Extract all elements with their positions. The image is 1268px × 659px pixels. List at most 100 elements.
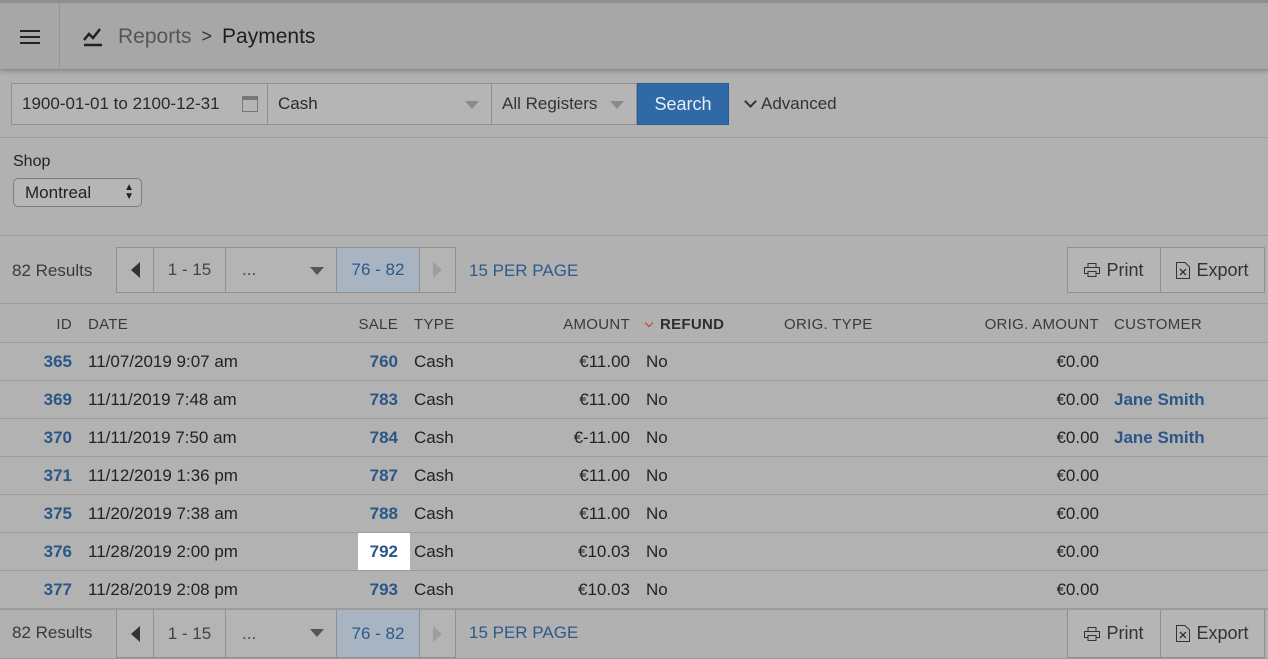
cell-customer[interactable]: Jane Smith bbox=[1114, 390, 1205, 410]
cell-amount: €10.03 bbox=[578, 542, 630, 561]
cell-customer[interactable]: Jane Smith bbox=[1114, 428, 1205, 448]
cell-date: 11/28/2019 2:08 pm bbox=[88, 580, 238, 599]
cell-date: 11/12/2019 1:36 pm bbox=[88, 466, 238, 485]
current-page-button[interactable]: 76 - 82 bbox=[336, 247, 420, 293]
print-label: Print bbox=[1106, 259, 1144, 280]
export-button[interactable]: Export bbox=[1160, 610, 1265, 658]
sort-desc-icon bbox=[644, 318, 654, 328]
page-select-dropdown[interactable]: ... bbox=[225, 610, 337, 658]
cell-orig-amount: €0.00 bbox=[1056, 466, 1099, 485]
col-type[interactable]: TYPE bbox=[414, 316, 454, 333]
search-button[interactable]: Search bbox=[637, 83, 729, 125]
cell-refund: No bbox=[646, 580, 668, 599]
arrow-right-icon bbox=[433, 625, 442, 642]
next-page-button[interactable] bbox=[419, 610, 456, 658]
date-range-input[interactable]: 1900-01-01 to 2100-12-31 bbox=[11, 83, 268, 125]
cell-sale[interactable]: 783 bbox=[370, 390, 398, 410]
cell-amount: €11.00 bbox=[579, 466, 630, 485]
table-row: 365 11/07/2019 9:07 am 760 Cash €11.00 No €0.0… bbox=[0, 343, 1268, 381]
print-label: Print bbox=[1106, 623, 1144, 643]
cell-sale[interactable]: 784 bbox=[370, 428, 398, 448]
cell-orig-amount: €0.00 bbox=[1056, 428, 1099, 447]
current-page-button[interactable]: 76 - 82 bbox=[336, 610, 420, 658]
pagination-bottom: 82 Results 1 - 15 ... 76 - 82 15 PER PAG… bbox=[0, 609, 1268, 659]
cell-type: Cash bbox=[414, 580, 454, 599]
payment-type-select[interactable]: Cash bbox=[267, 83, 492, 125]
table-row: 371 11/12/2019 1:36 pm 787 Cash €11.00 No €0.0… bbox=[0, 457, 1268, 495]
export-label: Export bbox=[1196, 259, 1249, 280]
col-id[interactable]: ID bbox=[56, 316, 72, 333]
arrow-left-icon bbox=[130, 625, 140, 642]
select-updown-icon: ▲ ▼ bbox=[124, 182, 134, 202]
cell-amount: €-11.00 bbox=[573, 428, 630, 447]
col-refund[interactable]: REFUND bbox=[644, 316, 724, 333]
export-label: Export bbox=[1196, 623, 1249, 643]
page-1-button[interactable]: 1 - 15 bbox=[153, 610, 226, 658]
cell-refund: No bbox=[646, 504, 668, 523]
col-date[interactable]: DATE bbox=[88, 316, 128, 333]
page-select-dropdown[interactable]: ... bbox=[225, 247, 337, 293]
cell-amount: €11.00 bbox=[579, 504, 630, 523]
cell-sale[interactable]: 793 bbox=[370, 580, 398, 600]
cell-type: Cash bbox=[414, 428, 454, 447]
col-customer[interactable]: CUSTOMER bbox=[1114, 316, 1202, 333]
cell-date: 11/20/2019 7:38 am bbox=[88, 504, 238, 523]
printer-icon bbox=[1084, 626, 1101, 641]
cell-id[interactable]: 375 bbox=[44, 504, 72, 524]
export-button[interactable]: Export bbox=[1160, 247, 1265, 293]
print-button[interactable]: Print bbox=[1067, 610, 1161, 658]
col-orig-amount[interactable]: ORIG. AMOUNT bbox=[985, 316, 1099, 333]
cell-type: Cash bbox=[414, 542, 454, 561]
page-ellipsis: ... bbox=[242, 260, 257, 279]
page-1-button[interactable]: 1 - 15 bbox=[153, 247, 226, 293]
cell-refund: No bbox=[646, 542, 668, 561]
cell-orig-amount: €0.00 bbox=[1056, 542, 1099, 561]
excel-file-icon bbox=[1176, 261, 1191, 279]
arrow-right-icon bbox=[433, 262, 442, 278]
per-page-link[interactable]: 15 PER PAGE bbox=[469, 623, 578, 643]
cell-id[interactable]: 370 bbox=[44, 428, 72, 448]
cell-id[interactable]: 365 bbox=[44, 352, 72, 372]
col-sale[interactable]: SALE bbox=[358, 316, 398, 333]
table-header: ID DATE SALE TYPE AMOUNT REFUND ORIG. TY… bbox=[0, 304, 1268, 343]
cell-sale[interactable]: 787 bbox=[370, 466, 398, 486]
cell-id[interactable]: 376 bbox=[44, 542, 72, 562]
cell-sale[interactable]: 792 bbox=[357, 533, 410, 570]
calendar-icon bbox=[242, 96, 258, 112]
breadcrumb-reports[interactable]: Reports bbox=[118, 25, 192, 49]
cell-amount: €10.03 bbox=[578, 580, 630, 599]
cell-date: 11/11/2019 7:50 am bbox=[88, 428, 237, 447]
date-range-value: 1900-01-01 to 2100-12-31 bbox=[22, 94, 220, 113]
cell-sale[interactable]: 760 bbox=[370, 352, 398, 372]
cell-id[interactable]: 369 bbox=[44, 390, 72, 410]
print-button[interactable]: Print bbox=[1067, 247, 1161, 293]
cell-refund: No bbox=[646, 390, 668, 409]
cell-type: Cash bbox=[414, 390, 454, 409]
cell-refund: No bbox=[646, 352, 668, 371]
previous-page-button[interactable] bbox=[116, 247, 154, 293]
next-page-button[interactable] bbox=[419, 247, 456, 293]
col-amount[interactable]: AMOUNT bbox=[563, 316, 630, 333]
cell-orig-amount: €0.00 bbox=[1056, 352, 1099, 371]
cell-date: 11/28/2019 2:00 pm bbox=[88, 542, 238, 561]
cell-id[interactable]: 371 bbox=[44, 466, 72, 486]
page-title: Payments bbox=[222, 24, 316, 48]
shop-select[interactable]: Montreal ▲ ▼ bbox=[13, 178, 142, 207]
menu-button[interactable] bbox=[0, 3, 60, 70]
cell-amount: €11.00 bbox=[579, 390, 630, 409]
hamburger-icon bbox=[19, 29, 40, 44]
cell-id[interactable]: 377 bbox=[44, 580, 72, 600]
register-select[interactable]: All Registers bbox=[491, 83, 637, 125]
advanced-toggle[interactable]: Advanced bbox=[744, 83, 837, 125]
dropdown-arrow-icon bbox=[610, 101, 624, 109]
cell-type: Cash bbox=[414, 504, 454, 523]
advanced-label: Advanced bbox=[761, 94, 837, 113]
previous-page-button[interactable] bbox=[116, 610, 154, 658]
col-orig-type[interactable]: ORIG. TYPE bbox=[784, 316, 873, 333]
table-row: 376 11/28/2019 2:00 pm 792 Cash €10.03 No €0.0… bbox=[0, 533, 1268, 571]
cell-sale[interactable]: 788 bbox=[370, 504, 398, 524]
top-bar: Reports > Payments bbox=[0, 0, 1268, 70]
cell-refund: No bbox=[646, 466, 668, 485]
per-page-link[interactable]: 15 PER PAGE bbox=[469, 261, 578, 281]
table-body: 365 11/07/2019 9:07 am 760 Cash €11.00 No €0.0… bbox=[0, 343, 1268, 609]
